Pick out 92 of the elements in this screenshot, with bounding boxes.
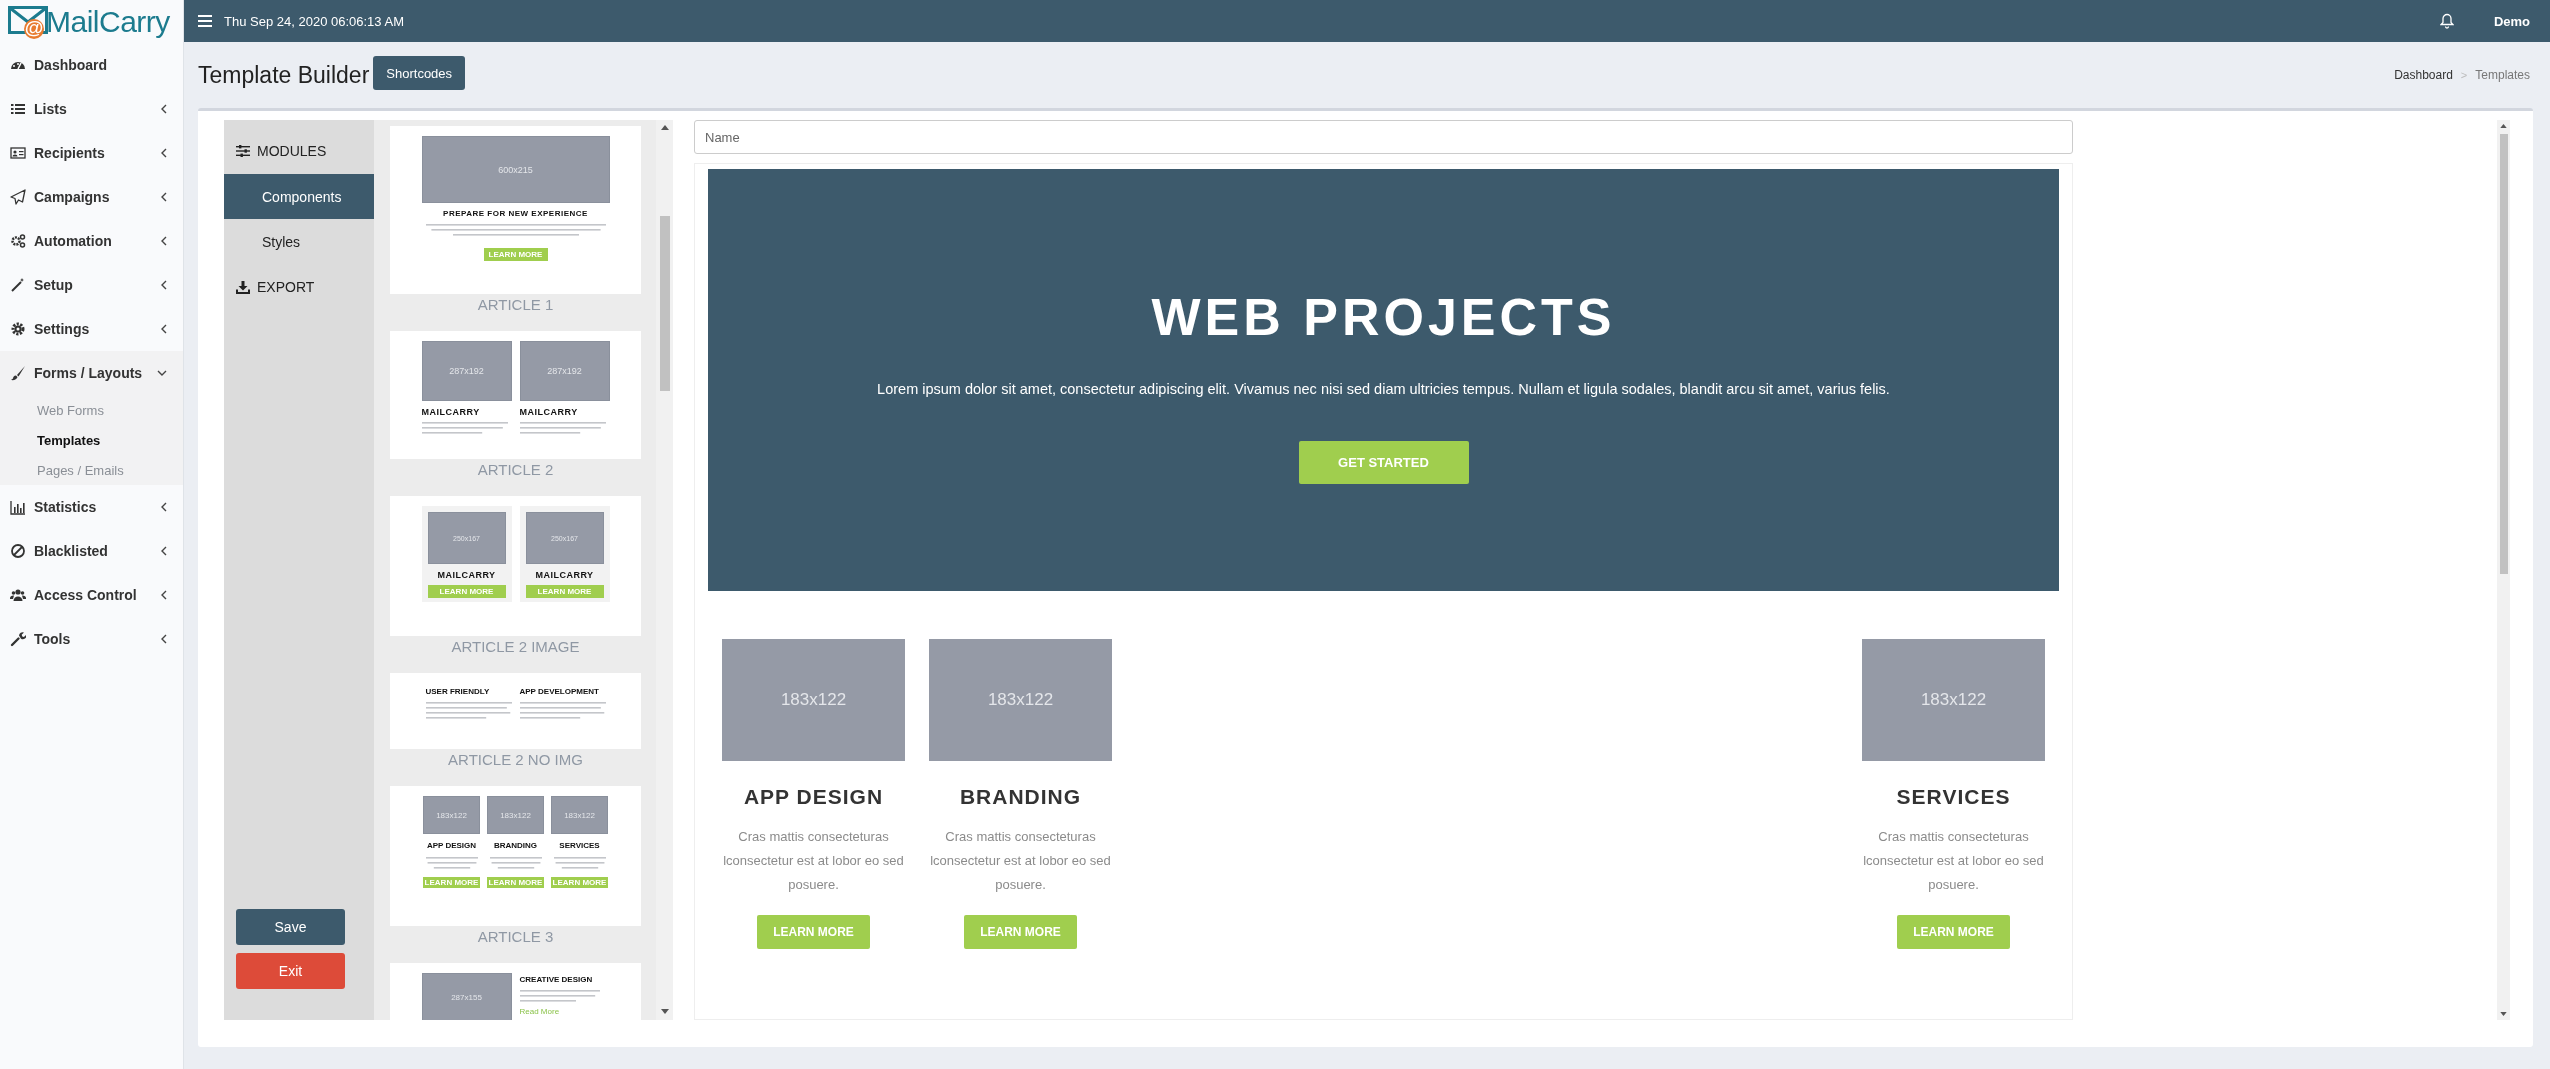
users-icon bbox=[10, 587, 26, 603]
id-card-icon bbox=[10, 145, 26, 161]
breadcrumb-separator: > bbox=[2460, 69, 2468, 81]
caret-up-icon[interactable] bbox=[660, 125, 669, 130]
scrollbar-thumb[interactable] bbox=[659, 216, 670, 391]
exit-button[interactable]: Exit bbox=[236, 953, 345, 989]
sidebar-item[interactable]: Statistics bbox=[0, 485, 183, 529]
text-lines-drawing bbox=[553, 856, 606, 871]
template-thumbnail[interactable]: 600x215 PREPARE FOR NEW EXPERIENCE LEARN MORE bbox=[390, 126, 641, 294]
template-thumbnail[interactable]: 287x155 CREATIVE DESIGN Read More bbox=[390, 963, 641, 1020]
menu-label: EXPORT bbox=[257, 279, 315, 295]
thumbnail-title: MAILCARRY bbox=[437, 570, 496, 580]
thumbnail-label: ARTICLE 2 bbox=[476, 460, 555, 480]
card-text: Cras mattis consecteturas lconsectetur est at lobor eo sed posuere. bbox=[722, 828, 905, 894]
bar-chart-icon bbox=[10, 499, 26, 515]
gears-icon bbox=[10, 233, 26, 249]
image-placeholder: 183x122 bbox=[929, 639, 1112, 761]
hero-text: Lorem ipsum dolor sit amet, consectetur adipiscing elit. Vivamus nec nisi sed diam ultricies tempus. Nullam et ligula sodales, blandit arcu sit amet, varius felis. bbox=[877, 381, 1890, 397]
sidebar-item[interactable]: Dashboard bbox=[0, 43, 183, 87]
card-title: BRANDING bbox=[959, 785, 1082, 809]
scrollbar-thumb[interactable] bbox=[2499, 134, 2508, 574]
sidebar-item[interactable]: Blacklisted bbox=[0, 529, 183, 573]
thumbnail-title: MAILCARRY bbox=[421, 407, 481, 417]
name-field[interactable]: Name bbox=[694, 120, 2073, 154]
settings-icon bbox=[10, 321, 26, 337]
thumbnail-title: MAILCARRY bbox=[535, 570, 594, 580]
caret-down-icon[interactable] bbox=[660, 1009, 669, 1014]
logo-mark: @ bbox=[24, 18, 44, 39]
image-placeholder: 183x122 bbox=[551, 796, 608, 834]
caret-up-icon[interactable] bbox=[2500, 124, 2507, 128]
image-placeholder: 287x192 bbox=[519, 341, 610, 401]
sidebar-item[interactable]: Setup bbox=[0, 263, 183, 307]
page-title: Template Builder bbox=[198, 61, 370, 89]
card-text: Cras mattis consecteturas lconsectetur est at lobor eo sed posuere. bbox=[929, 828, 1112, 894]
thumbnail-title: USER FRIENDLY bbox=[425, 687, 491, 696]
thumbnail-label: ARTICLE 2 IMAGE bbox=[450, 637, 581, 657]
logo-text: MailCarry bbox=[46, 4, 170, 39]
paper-plane-icon bbox=[10, 189, 26, 205]
sidebar-item[interactable]: Lists bbox=[0, 87, 183, 131]
magic-wand-icon bbox=[10, 277, 26, 293]
module-menu-item[interactable]: EXPORT bbox=[224, 264, 374, 310]
wrench-icon bbox=[10, 631, 26, 647]
sidebar-item[interactable]: Access Control bbox=[0, 573, 183, 617]
sidebar-item[interactable]: Recipients bbox=[0, 131, 183, 175]
thumbnail-title: SERVICES bbox=[559, 841, 600, 850]
scrollbar[interactable] bbox=[2497, 120, 2510, 1020]
menu-icon[interactable] bbox=[198, 15, 212, 27]
thumbnail-label: ARTICLE 3 bbox=[476, 927, 555, 947]
sidebar-subitem[interactable]: Templates bbox=[0, 425, 183, 455]
shortcodes-button[interactable]: Shortcodes bbox=[373, 56, 466, 90]
card-text: Cras mattis consecteturas lconsectetur est at lobor eo sed posuere. bbox=[1862, 828, 2045, 894]
list-icon bbox=[10, 101, 26, 117]
thumbnail-label: ARTICLE 1 bbox=[476, 295, 555, 315]
image-placeholder: 183x122 bbox=[423, 796, 480, 834]
thumbnail-title: CREATIVE DESIGN bbox=[519, 975, 594, 984]
template-thumbnail[interactable]: 287x192 MAILCARRY 287x192 MAILCARRY bbox=[390, 331, 641, 459]
template-thumbnail[interactable]: USER FRIENDLY APP DEVELOPMENT bbox=[390, 673, 641, 749]
caret-down-icon[interactable] bbox=[2500, 1012, 2507, 1016]
text-lines-drawing bbox=[425, 856, 478, 871]
image-placeholder: 183x122 bbox=[487, 796, 544, 834]
image-placeholder: 600x215 bbox=[421, 136, 610, 203]
image-placeholder: 183x122 bbox=[1862, 639, 2045, 761]
scrollbar[interactable] bbox=[656, 120, 673, 1020]
sidebar-item[interactable]: Tools bbox=[0, 617, 183, 661]
module-tab[interactable]: Styles bbox=[224, 219, 374, 264]
breadcrumb-link[interactable]: Dashboard bbox=[2394, 68, 2453, 82]
notification-bell-icon[interactable] bbox=[2439, 13, 2454, 29]
hero-title: WEB PROJECTS bbox=[1151, 287, 1616, 347]
image-placeholder: 183x122 bbox=[722, 639, 905, 761]
card-title: APP DESIGN bbox=[743, 785, 884, 809]
ban-icon bbox=[10, 543, 26, 559]
image-placeholder: 287x192 bbox=[421, 341, 512, 401]
sidebar-item[interactable]: Campaigns bbox=[0, 175, 183, 219]
thumbnail-title: APP DESIGN bbox=[426, 841, 477, 850]
date-time: Thu Sep 24, 2020 06:06:13 AM bbox=[224, 13, 405, 29]
sidebar-item[interactable]: Settings bbox=[0, 307, 183, 351]
sidebar-item[interactable]: Automation bbox=[0, 219, 183, 263]
text-lines-drawing bbox=[489, 856, 542, 871]
thumbnail-label: ARTICLE 2 NO IMG bbox=[447, 750, 584, 770]
image-placeholder: 287x155 bbox=[421, 973, 512, 1020]
thumbnail-title: BRANDING bbox=[493, 841, 538, 850]
save-button[interactable]: Save bbox=[236, 909, 345, 945]
user-menu[interactable]: Demo bbox=[2493, 13, 2530, 29]
thumbnail-title: PREPARE FOR NEW EXPERIENCE bbox=[443, 209, 588, 218]
module-menu-item[interactable]: MODULES bbox=[224, 128, 374, 174]
thumbnail-title: APP DEVELOPMENT bbox=[519, 687, 600, 696]
download-icon bbox=[236, 280, 250, 294]
card-title: SERVICES bbox=[1896, 785, 2011, 809]
module-tab[interactable]: Components bbox=[224, 174, 374, 219]
thumbnail-title: MAILCARRY bbox=[519, 407, 579, 417]
menu-label: MODULES bbox=[257, 143, 327, 159]
sliders-icon bbox=[236, 145, 250, 157]
